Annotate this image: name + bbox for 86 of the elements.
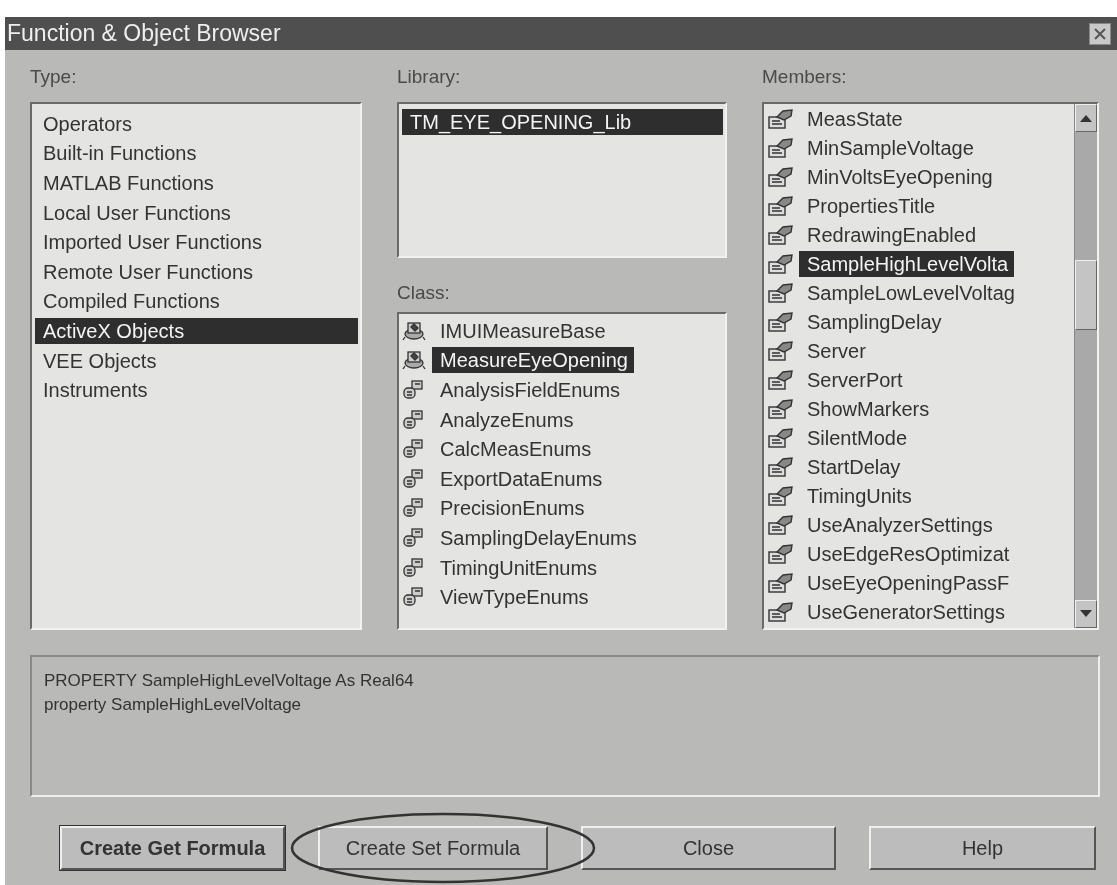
object-icon	[402, 319, 426, 342]
enum-icon	[402, 557, 424, 578]
scrollbar[interactable]	[1074, 104, 1097, 628]
property-icon	[767, 194, 795, 217]
property-icon	[767, 571, 795, 594]
property-icon	[767, 310, 795, 333]
enum-icon	[402, 527, 424, 548]
dialog-button[interactable]: Help	[869, 826, 1096, 870]
scroll-up-button[interactable]	[1075, 104, 1097, 132]
property-icon	[767, 165, 795, 188]
property-icon	[767, 513, 795, 536]
list-label: Class:	[397, 281, 450, 305]
enum-icon	[402, 439, 424, 460]
scroll-thumb[interactable]	[1075, 260, 1097, 330]
list-label: Members:	[762, 65, 847, 89]
list-item[interactable]: TimingUnitEnums	[432, 554, 604, 581]
close-icon	[1093, 26, 1107, 41]
enum-icon	[402, 498, 424, 519]
list-item[interactable]: SamplingDelayEnums	[432, 524, 643, 551]
list-item[interactable]: ViewTypeEnums	[432, 584, 595, 611]
down-arrow-icon	[1080, 610, 1092, 618]
list-item[interactable]: UseAnalyzerSettings	[799, 511, 999, 538]
property-icon	[767, 252, 795, 275]
list-item[interactable]: StartDelay	[799, 453, 907, 480]
property-icon	[767, 426, 795, 449]
property-icon	[767, 397, 795, 420]
list-item[interactable]: SampleLowLevelVoltag	[799, 279, 1021, 306]
list-item[interactable]: PrecisionEnums	[432, 495, 591, 522]
list-item[interactable]: Operators	[35, 110, 358, 137]
list-item[interactable]: MeasureEyeOpening	[432, 347, 634, 374]
list-item[interactable]: CalcMeasEnums	[432, 436, 598, 463]
list-item[interactable]: SilentMode	[799, 424, 914, 451]
list-item[interactable]: MeasState	[799, 105, 909, 132]
enum-icon	[402, 587, 424, 608]
list-item[interactable]: ActiveX Objects	[35, 317, 358, 344]
list-item[interactable]: AnalyzeEnums	[432, 406, 580, 433]
list-item[interactable]: MinVoltsEyeOpening	[799, 163, 999, 190]
property-icon	[767, 368, 795, 391]
list-item[interactable]: MATLAB Functions	[35, 170, 358, 196]
property-icon	[767, 542, 795, 565]
close-button[interactable]	[1089, 22, 1111, 45]
list-item[interactable]: IMUIMeasureBase	[432, 317, 612, 344]
list-label: Library:	[397, 65, 461, 89]
enum-icon	[402, 409, 424, 430]
list-item[interactable]: SampleHighLevelVolta	[799, 250, 1015, 277]
list-item[interactable]: TimingUnits	[799, 482, 918, 509]
dialog-button[interactable]: Create Get Formula	[60, 826, 285, 870]
property-icon	[767, 484, 795, 507]
description-text: PROPERTY SampleHighLevelVoltage As Real64	[44, 670, 414, 692]
list-label: Type:	[30, 65, 77, 89]
up-arrow-icon	[1080, 114, 1092, 122]
list-item[interactable]: ExportDataEnums	[432, 465, 609, 492]
list-item[interactable]: Server	[799, 337, 872, 364]
property-icon	[767, 339, 795, 362]
property-icon	[767, 136, 795, 159]
list-item[interactable]: TM_EYE_OPENING_Lib	[402, 108, 723, 135]
description-text: property SampleHighLevelVoltage	[44, 694, 302, 716]
list-item[interactable]: UseEdgeResOptimizat	[799, 540, 1016, 567]
list-item[interactable]: Built-in Functions	[35, 140, 358, 167]
list-item[interactable]: Imported User Functions	[35, 229, 358, 256]
list-item[interactable]: Local User Functions	[35, 199, 358, 226]
property-icon	[767, 600, 795, 623]
list-item[interactable]: Compiled Functions	[35, 288, 358, 315]
dialog-button[interactable]: Close	[581, 826, 836, 870]
list-item[interactable]: SamplingDelay	[799, 308, 948, 335]
list-item[interactable]: UseEyeOpeningPassF	[799, 569, 1016, 596]
property-icon	[767, 223, 795, 246]
list-item[interactable]: UseGeneratorSettings	[799, 598, 1011, 625]
list-item[interactable]: AnalysisFieldEnums	[432, 377, 627, 403]
dialog-button[interactable]: Create Set Formula	[318, 826, 548, 870]
enum-icon	[402, 380, 424, 400]
list-item[interactable]: VEE Objects	[35, 347, 358, 374]
list-item[interactable]: Instruments	[35, 377, 358, 404]
list-item[interactable]: MinSampleVoltage	[799, 134, 980, 161]
list-item[interactable]: Remote User Functions	[35, 258, 358, 285]
window-title: Function & Object Browser	[7, 20, 281, 47]
list-item[interactable]: RedrawingEnabled	[799, 221, 982, 248]
object-icon	[402, 349, 426, 372]
list-item[interactable]: PropertiesTitle	[799, 192, 942, 219]
scroll-down-button[interactable]	[1075, 600, 1097, 628]
list-item[interactable]: ServerPort	[799, 366, 909, 393]
property-icon	[767, 455, 795, 478]
property-icon	[767, 107, 795, 130]
list-item[interactable]: ShowMarkers	[799, 395, 936, 422]
property-icon	[767, 281, 795, 304]
enum-icon	[402, 468, 424, 489]
